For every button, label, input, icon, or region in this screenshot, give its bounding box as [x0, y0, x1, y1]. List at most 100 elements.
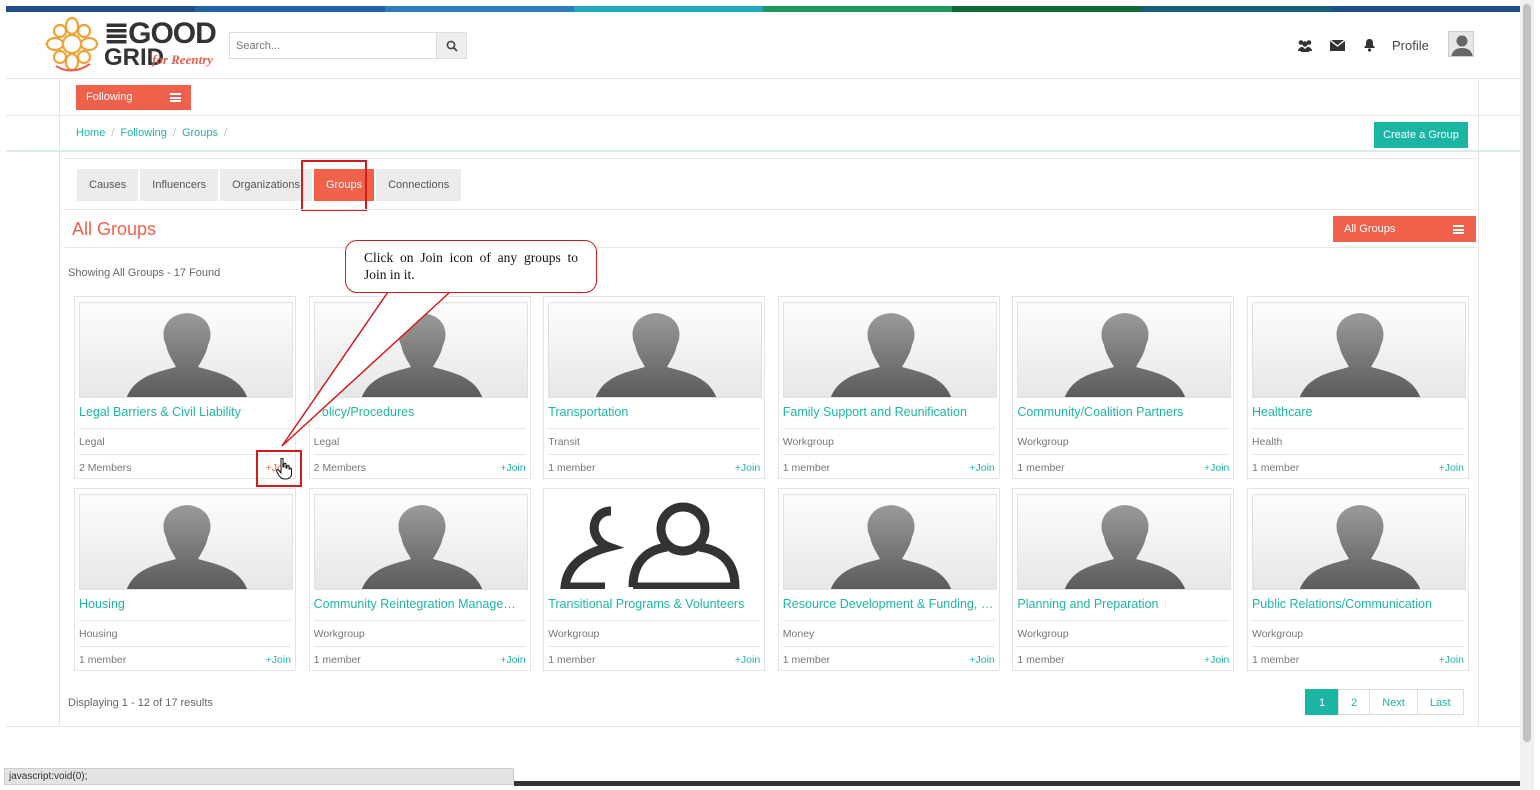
join-button[interactable]: +Join — [500, 462, 525, 474]
profile-link[interactable]: Profile — [1392, 38, 1429, 53]
group-card-footer: 1 member +Join — [1252, 462, 1464, 474]
group-image[interactable] — [782, 302, 997, 398]
divider — [313, 620, 526, 621]
join-button[interactable]: +Join — [500, 654, 525, 666]
group-image[interactable] — [548, 494, 763, 590]
group-image[interactable] — [79, 494, 293, 590]
group-name[interactable]: Transitional Programs & Volunteers — [548, 597, 760, 615]
group-card-footer: 1 member +Join — [79, 654, 291, 666]
join-button[interactable]: +Join — [735, 654, 760, 666]
group-image[interactable] — [79, 302, 293, 398]
next-page-button[interactable]: Next — [1369, 689, 1418, 715]
join-button[interactable]: +Join — [1439, 462, 1464, 474]
member-count: 1 member — [782, 462, 831, 474]
member-count: 1 member — [79, 654, 127, 666]
breadcrumb-home[interactable]: Home — [76, 127, 105, 139]
tab-connections[interactable]: Connections — [376, 169, 462, 201]
group-image[interactable] — [1251, 302, 1466, 398]
divider — [782, 646, 995, 647]
group-image[interactable] — [548, 302, 763, 398]
group-category: Workgroup — [548, 628, 600, 640]
join-button[interactable]: +Join — [969, 462, 994, 474]
divider — [782, 454, 995, 455]
breadcrumb-following[interactable]: Following — [120, 127, 166, 139]
divider — [548, 646, 761, 647]
avatar[interactable] — [1448, 31, 1474, 57]
group-image[interactable] — [1251, 494, 1466, 590]
group-name[interactable]: Housing — [79, 597, 291, 615]
group-card-footer: 1 member +Join — [548, 462, 760, 474]
site-logo[interactable]: ≣GOOD GRID for Reentry — [45, 14, 221, 74]
group-card: Public Relations/Communication Workgroup 1… — [1246, 488, 1469, 671]
group-name[interactable]: Transportation — [548, 405, 760, 423]
divider — [1251, 428, 1464, 429]
divider — [548, 454, 761, 455]
divider — [79, 646, 291, 647]
divider — [1017, 620, 1230, 621]
group-image[interactable] — [782, 494, 997, 590]
join-button[interactable]: +Join — [1204, 654, 1229, 666]
join-button[interactable]: +Join — [1439, 654, 1464, 666]
group-card-footer: 1 member +Join — [1017, 462, 1229, 474]
divider — [1251, 454, 1464, 455]
page-2-button[interactable]: 2 — [1338, 689, 1371, 715]
last-page-button[interactable]: Last — [1416, 689, 1464, 715]
group-category: Housing — [79, 628, 118, 640]
group-card: Transitional Programs & Volunteers Workgr… — [543, 488, 766, 671]
group-card-footer: 1 member +Join — [314, 654, 526, 666]
join-button[interactable]: +Join — [735, 462, 760, 474]
join-button[interactable]: +Join — [969, 654, 994, 666]
group-name[interactable]: Healthcare — [1252, 405, 1464, 423]
page-1-button[interactable]: 1 — [1305, 689, 1340, 715]
following-label: Following — [86, 91, 133, 103]
search-input[interactable] — [230, 33, 436, 58]
divider — [63, 209, 1477, 210]
group-name[interactable]: Resource Development & Funding, Ince... — [783, 597, 995, 615]
group-image[interactable] — [313, 302, 528, 398]
divider — [63, 247, 1477, 248]
member-count: 1 member — [782, 654, 831, 666]
group-name[interactable]: Family Support and Reunification — [783, 405, 995, 423]
pagination-summary: Displaying 1 - 12 of 17 results — [68, 697, 213, 709]
search-box — [229, 32, 467, 59]
divider — [1251, 620, 1464, 621]
group-card-footer: 1 member +Join — [1252, 654, 1464, 666]
group-name[interactable]: Public Relations/Communication — [1252, 597, 1464, 615]
all-groups-filter-button[interactable]: All Groups — [1333, 216, 1476, 242]
content-left-border — [59, 79, 60, 726]
scrollbar-thumb[interactable] — [1523, 4, 1531, 742]
join-button[interactable]: +Join — [266, 654, 291, 666]
menu-bars-icon — [1453, 225, 1464, 234]
flower-logo-icon — [45, 16, 99, 72]
group-card: Community/Coalition Partners Workgroup 1 m… — [1012, 296, 1235, 479]
group-name[interactable]: Legal Barriers & Civil Liability — [79, 405, 291, 423]
group-category: Money — [782, 628, 815, 640]
group-image[interactable] — [1017, 494, 1232, 590]
divider — [1251, 646, 1464, 647]
divider — [6, 150, 1520, 152]
group-card: Policy/Procedures Legal 2 Members +Join — [308, 296, 531, 479]
group-name[interactable]: Policy/Procedures — [314, 405, 526, 423]
bell-icon[interactable] — [1360, 37, 1378, 53]
tab-causes[interactable]: Causes — [77, 169, 139, 201]
breadcrumb-groups[interactable]: Groups — [182, 127, 218, 139]
member-count: 1 member — [1251, 654, 1300, 666]
divider — [313, 646, 526, 647]
group-card-footer: 1 member +Join — [783, 654, 995, 666]
group-name[interactable]: Community Reintegration Management ... — [314, 597, 526, 615]
vertical-scrollbar[interactable] — [1520, 0, 1534, 790]
group-image[interactable] — [313, 494, 528, 590]
tab-organizations[interactable]: Organizations — [220, 169, 312, 201]
join-button[interactable]: +Join — [1204, 462, 1229, 474]
member-count: 2 Members — [313, 462, 367, 474]
following-menu-button[interactable]: Following — [76, 85, 191, 110]
create-group-button[interactable]: Create a Group — [1374, 122, 1468, 148]
member-count: 1 member — [313, 654, 361, 666]
group-name[interactable]: Planning and Preparation — [1017, 597, 1229, 615]
group-name[interactable]: Community/Coalition Partners — [1017, 405, 1229, 423]
envelope-icon[interactable] — [1328, 37, 1346, 53]
users-icon[interactable] — [1296, 37, 1314, 53]
group-image[interactable] — [1017, 302, 1232, 398]
search-button[interactable] — [436, 33, 466, 58]
tab-influencers[interactable]: Influencers — [140, 169, 219, 201]
